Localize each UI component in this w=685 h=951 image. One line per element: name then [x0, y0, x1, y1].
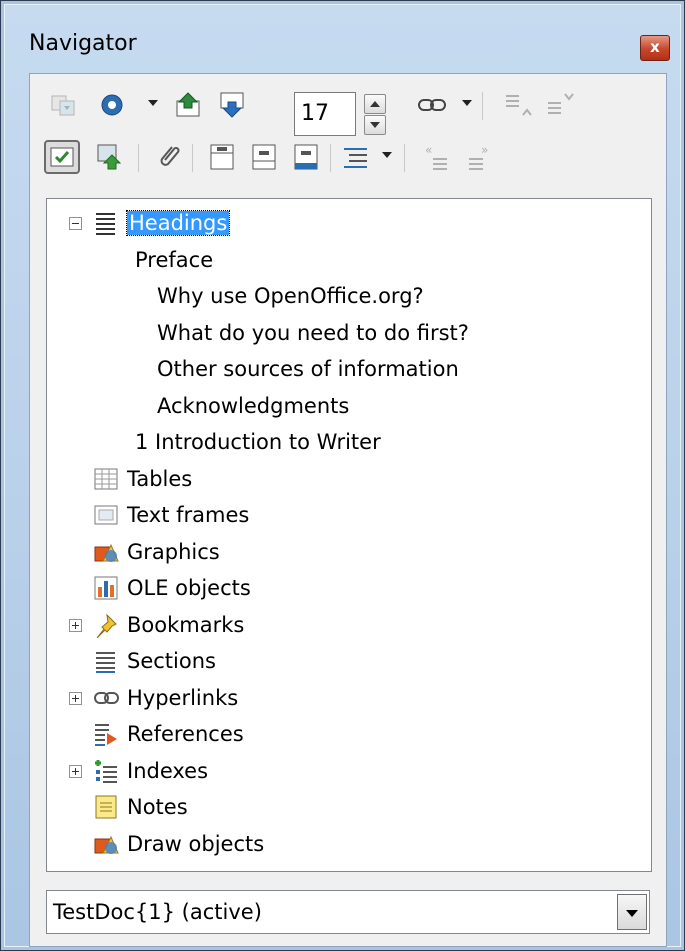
tree-item-indexes[interactable]: Indexes [127, 754, 208, 788]
graphics-icon [93, 539, 119, 565]
toolbar-separator [404, 144, 405, 172]
draw-objects-icon [93, 831, 119, 857]
title-bar[interactable]: Navigator x [13, 11, 672, 71]
headings-icon [93, 210, 119, 236]
navigation-circle-icon[interactable] [94, 88, 130, 122]
references-icon [93, 721, 119, 747]
notes-icon [93, 794, 119, 820]
heading-levels-dropdown-icon[interactable] [382, 152, 392, 158]
drag-mode-dropdown-icon[interactable] [462, 100, 472, 106]
collapse-headings-toggle[interactable] [69, 217, 82, 230]
tree-item-sections[interactable]: Sections [127, 644, 216, 678]
toolbar-row-1: 17 [30, 80, 666, 136]
bookmarks-icon [93, 612, 119, 639]
document-select[interactable]: TestDoc{1} (active) [46, 890, 650, 934]
tree-item-headings[interactable]: Headings [125, 206, 231, 240]
toolbar-separator [482, 92, 483, 120]
navigator-window: Navigator x 17 « » Headings Preface Why … [0, 0, 685, 951]
hyperlinks-icon [93, 685, 119, 711]
expand-hyperlinks-toggle[interactable] [69, 692, 82, 705]
indexes-icon [93, 758, 119, 784]
chevron-down-icon[interactable] [617, 894, 647, 930]
window-title: Navigator [29, 31, 137, 56]
header-icon[interactable] [204, 140, 240, 174]
reminder-icon[interactable] [150, 140, 186, 174]
toolbar-separator [192, 144, 193, 172]
close-button[interactable]: x [640, 35, 670, 61]
heading-item[interactable]: What do you need to do first? [157, 316, 469, 350]
tree-item-text-frames[interactable]: Text frames [127, 498, 249, 532]
spin-up-button[interactable] [364, 94, 386, 114]
window-frame: Navigator x 17 « » Headings Preface Why … [4, 4, 681, 947]
heading-item[interactable]: Why use OpenOffice.org? [157, 279, 424, 313]
previous-object-icon[interactable] [170, 88, 206, 122]
expand-bookmarks-toggle[interactable] [69, 619, 82, 632]
demote-chapter-icon[interactable]: » [462, 140, 498, 174]
list-box-on-off-icon[interactable] [44, 140, 80, 174]
expand-indexes-toggle[interactable] [69, 765, 82, 778]
content-tree[interactable]: Headings Preface Why use OpenOffice.org?… [46, 198, 652, 872]
heading-item[interactable]: Other sources of information [157, 352, 459, 386]
hyperlink-icon[interactable] [414, 88, 450, 122]
chevron-down-icon[interactable] [148, 100, 158, 106]
navigator-client: 17 « » Headings Preface Why use OpenOffi… [29, 73, 667, 947]
anchor-icon[interactable] [288, 140, 324, 174]
heading-item[interactable]: Preface [135, 243, 213, 277]
tree-item-tables[interactable]: Tables [127, 462, 192, 496]
toolbar-row-2: « » [30, 132, 666, 182]
navigation-toggle-icon[interactable] [46, 88, 82, 122]
tree-item-bookmarks[interactable]: Bookmarks [127, 608, 244, 642]
footer-icon[interactable] [246, 140, 282, 174]
promote-level-icon[interactable] [500, 88, 536, 122]
ole-objects-icon [93, 575, 119, 601]
svg-text:»: » [481, 143, 488, 157]
tree-item-notes[interactable]: Notes [127, 790, 188, 824]
tree-item-hyperlinks[interactable]: Hyperlinks [127, 681, 238, 715]
document-select-value: TestDoc{1} (active) [53, 900, 262, 924]
heading-item[interactable]: Acknowledgments [157, 389, 349, 423]
heading-item[interactable]: 1 Introduction to Writer [135, 425, 381, 459]
heading-levels-icon[interactable] [338, 140, 374, 174]
tree-item-draw-objects[interactable]: Draw objects [127, 827, 264, 861]
next-object-icon[interactable] [214, 88, 250, 122]
text-frames-icon [93, 502, 119, 528]
headings-label: Headings [125, 210, 231, 236]
sections-icon [93, 648, 119, 674]
tables-icon [93, 466, 119, 492]
tree-item-graphics[interactable]: Graphics [127, 535, 220, 569]
content-view-icon[interactable] [92, 140, 128, 174]
toolbar-separator [330, 144, 331, 172]
demote-level-icon[interactable] [542, 88, 578, 122]
page-number-input[interactable]: 17 [294, 92, 356, 136]
promote-chapter-icon[interactable]: « [420, 140, 456, 174]
svg-text:«: « [425, 143, 432, 157]
toolbar-separator [138, 144, 139, 172]
tree-item-ole-objects[interactable]: OLE objects [127, 571, 251, 605]
tree-item-references[interactable]: References [127, 717, 244, 751]
